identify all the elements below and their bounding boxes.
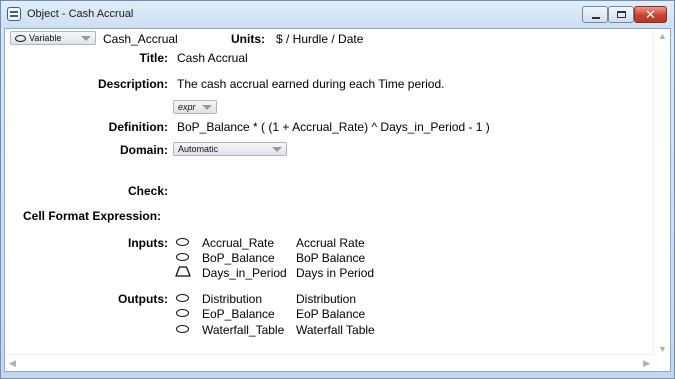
- domain-label: Domain:: [120, 143, 168, 157]
- input-title-bop-balance: BoP Balance: [296, 251, 366, 265]
- object-panel: Variable Cash_Accrual Units: $ / Hurdle …: [4, 28, 671, 372]
- definition-field[interactable]: BoP_Balance * ( (1 + Accrual_Rate) ^ Day…: [177, 120, 490, 134]
- description-label: Description:: [97, 77, 168, 91]
- window-app-icon: [7, 7, 21, 21]
- variable-oval-icon: [176, 253, 189, 261]
- maximize-icon: [617, 11, 626, 18]
- title-label: Title:: [139, 51, 168, 65]
- input-title-accrual-rate: Accrual Rate: [296, 236, 365, 250]
- domain-select[interactable]: Automatic: [173, 142, 287, 156]
- description-field[interactable]: The cash accrual earned during each Time…: [177, 77, 445, 91]
- title-field[interactable]: Cash Accrual: [177, 51, 248, 65]
- minimize-icon: [592, 17, 600, 19]
- units-label: Units:: [231, 32, 265, 46]
- definition-type-select[interactable]: expr: [173, 100, 217, 114]
- minimize-button[interactable]: [582, 6, 608, 23]
- variable-oval-icon: [176, 294, 189, 302]
- close-button[interactable]: ✕: [634, 6, 667, 23]
- input-identifier-accrual-rate[interactable]: Accrual_Rate: [202, 236, 274, 250]
- variable-oval-icon: [176, 325, 189, 333]
- object-content: Variable Cash_Accrual Units: $ / Hurdle …: [5, 29, 654, 356]
- cell-format-label: Cell Format Expression:: [23, 209, 162, 223]
- output-title-distribution: Distribution: [296, 292, 357, 306]
- check-label: Check:: [127, 184, 168, 198]
- scroll-left-icon[interactable]: ◀: [9, 358, 16, 369]
- index-trapezoid-icon: [175, 266, 191, 277]
- output-identifier-eop-balance[interactable]: EoP_Balance: [202, 307, 275, 321]
- identifier-field[interactable]: Cash_Accrual: [103, 32, 178, 46]
- definition-type-value: expr: [178, 102, 196, 112]
- scrollbar-corner: [653, 354, 670, 371]
- output-identifier-distribution[interactable]: Distribution: [202, 292, 262, 306]
- output-identifier-waterfall-table[interactable]: Waterfall_Table: [202, 323, 284, 337]
- title-bar[interactable]: Object - Cash Accrual ✕: [1, 1, 674, 28]
- chevron-down-icon: [272, 147, 282, 152]
- inputs-label: Inputs:: [128, 236, 168, 250]
- horizontal-scrollbar[interactable]: ◀ ▶: [5, 354, 654, 371]
- window-title: Object - Cash Accrual: [27, 8, 134, 20]
- output-title-eop-balance: EoP Balance: [296, 307, 366, 321]
- chevron-down-icon: [81, 36, 91, 41]
- input-title-days-in-period: Days in Period: [296, 266, 375, 280]
- outputs-label: Outputs:: [118, 292, 168, 306]
- object-window: Object - Cash Accrual ✕ Variable Cash_Ac…: [0, 0, 675, 379]
- maximize-button[interactable]: [608, 6, 634, 23]
- definition-label: Definition:: [108, 120, 168, 134]
- output-title-waterfall-table: Waterfall Table: [296, 323, 375, 337]
- chevron-down-icon: [202, 105, 212, 110]
- class-select-value: Variable: [29, 33, 62, 43]
- variable-oval-icon: [15, 35, 26, 42]
- close-icon: ✕: [645, 7, 656, 22]
- scroll-right-icon[interactable]: ▶: [643, 358, 650, 369]
- units-field[interactable]: $ / Hurdle / Date: [276, 32, 363, 46]
- vertical-scrollbar[interactable]: ▲ ▼: [653, 29, 670, 356]
- variable-oval-icon: [176, 238, 189, 246]
- domain-select-value: Automatic: [178, 144, 219, 154]
- scroll-up-icon[interactable]: ▲: [658, 31, 667, 41]
- input-identifier-days-in-period[interactable]: Days_in_Period: [202, 266, 287, 280]
- class-select[interactable]: Variable: [10, 31, 96, 45]
- variable-oval-icon: [176, 309, 189, 317]
- scroll-down-icon[interactable]: ▼: [658, 344, 667, 354]
- input-identifier-bop-balance[interactable]: BoP_Balance: [202, 251, 275, 265]
